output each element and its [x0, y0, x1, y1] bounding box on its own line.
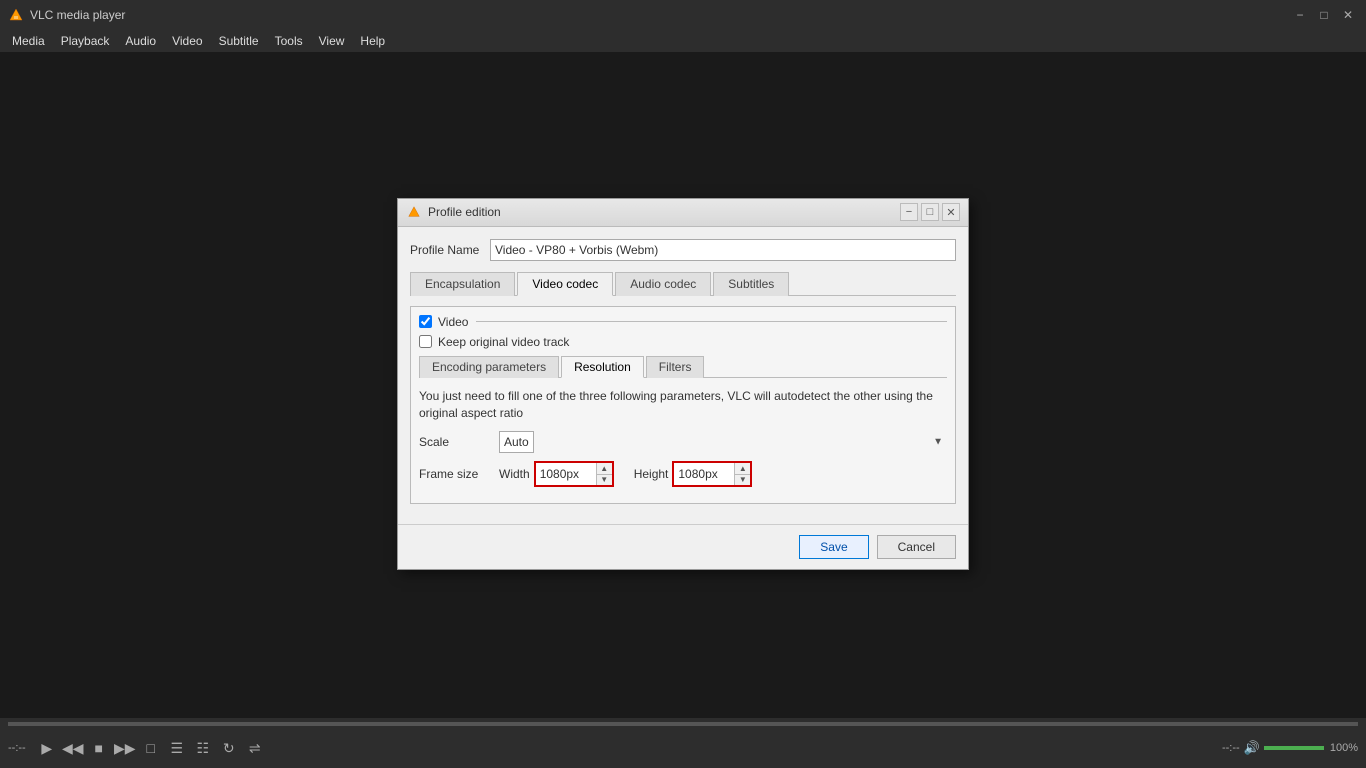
maximize-button[interactable]: □	[1314, 5, 1334, 25]
height-label: Height	[634, 467, 669, 481]
menu-view[interactable]: View	[311, 32, 353, 50]
vlc-icon	[8, 7, 24, 23]
height-input[interactable]	[674, 463, 734, 485]
tab-encapsulation[interactable]: Encapsulation	[410, 272, 515, 296]
scale-dropdown[interactable]: Auto 0.25 0.5 0.75 1.0 1.25 1.5 2.0	[499, 431, 534, 453]
menu-help[interactable]: Help	[352, 32, 393, 50]
height-input-wrapper: ▲ ▼	[672, 461, 752, 487]
width-label: Width	[499, 467, 530, 481]
video-content-area: You just need to fill one of the three f…	[419, 388, 947, 488]
dialog-titlebar: Profile edition − □ ✕	[398, 199, 968, 227]
video-divider	[476, 321, 947, 322]
keep-original-row: Keep original video track	[419, 335, 947, 349]
sub-tab-encoding[interactable]: Encoding parameters	[419, 356, 559, 378]
close-button[interactable]: ✕	[1338, 5, 1358, 25]
tab-bar: Encapsulation Video codec Audio codec Su…	[410, 271, 956, 296]
keep-original-checkbox[interactable]	[419, 335, 432, 348]
volume-percent: 100%	[1330, 742, 1358, 754]
menu-audio[interactable]: Audio	[117, 32, 164, 50]
height-spinner-up[interactable]: ▲	[735, 463, 750, 475]
width-spinner-down[interactable]: ▼	[597, 475, 612, 486]
volume-icon: 🔊	[1244, 740, 1260, 756]
cancel-button[interactable]: Cancel	[877, 535, 956, 559]
video-checkbox[interactable]	[419, 315, 432, 328]
width-spinner: ▲ ▼	[596, 463, 612, 485]
volume-area: 🔊 100%	[1244, 740, 1358, 756]
framesize-label: Frame size	[419, 467, 499, 481]
scale-label: Scale	[419, 435, 499, 449]
volume-bar[interactable]	[1264, 746, 1324, 750]
profile-name-input[interactable]	[490, 239, 956, 261]
bottom-bar: --:-- ▶ ◀◀ ■ ▶▶ □ ☰ ☷ ↻ ⇌ --:-- 🔊 100%	[0, 718, 1366, 768]
fullscreen-button[interactable]: □	[140, 737, 162, 759]
random-button[interactable]: ⇌	[244, 737, 266, 759]
tab-subtitles[interactable]: Subtitles	[713, 272, 789, 296]
height-group: Height ▲ ▼	[634, 461, 753, 487]
sub-tab-filters[interactable]: Filters	[646, 356, 705, 378]
video-checkbox-row: Video	[419, 315, 947, 329]
extended-button[interactable]: ☰	[166, 737, 188, 759]
dialog-minimize-button[interactable]: −	[900, 203, 918, 221]
dialog-title: Profile edition	[428, 205, 897, 219]
dialog-vlc-icon	[406, 204, 422, 220]
seek-bar[interactable]	[8, 722, 1358, 726]
play-button[interactable]: ▶	[36, 737, 58, 759]
dialog-maximize-button[interactable]: □	[921, 203, 939, 221]
menu-video[interactable]: Video	[164, 32, 210, 50]
menu-playback[interactable]: Playback	[53, 32, 118, 50]
width-group: Width ▲ ▼	[499, 461, 614, 487]
dialog-body: Profile Name Encapsulation Video codec A…	[398, 227, 968, 525]
width-input[interactable]	[536, 463, 596, 485]
save-button[interactable]: Save	[799, 535, 868, 559]
scale-dropdown-arrow: ▼	[933, 437, 943, 448]
minimize-button[interactable]: −	[1290, 5, 1310, 25]
width-spinner-up[interactable]: ▲	[597, 463, 612, 475]
profile-name-row: Profile Name	[410, 239, 956, 261]
info-text: You just need to fill one of the three f…	[419, 388, 947, 422]
scale-wrapper: Auto 0.25 0.5 0.75 1.0 1.25 1.5 2.0 ▼	[499, 431, 947, 453]
loop-button[interactable]: ↻	[218, 737, 240, 759]
menu-media[interactable]: Media	[4, 32, 53, 50]
dialog-footer: Save Cancel	[398, 524, 968, 569]
titlebar: VLC media player − □ ✕	[0, 0, 1366, 30]
profile-name-label: Profile Name	[410, 243, 490, 257]
framesize-row: Frame size Width ▲ ▼	[419, 461, 947, 487]
stop-button[interactable]: ■	[88, 737, 110, 759]
scale-row: Scale Auto 0.25 0.5 0.75 1.0 1.25 1.5 2.…	[419, 431, 947, 453]
menu-subtitle[interactable]: Subtitle	[211, 32, 267, 50]
app-title: VLC media player	[30, 8, 1286, 22]
video-checkbox-label[interactable]: Video	[438, 315, 468, 329]
prev-button[interactable]: ◀◀	[62, 737, 84, 759]
keep-original-label[interactable]: Keep original video track	[438, 335, 569, 349]
height-spinner: ▲ ▼	[734, 463, 750, 485]
playlist-button[interactable]: ☷	[192, 737, 214, 759]
menubar: Media Playback Audio Video Subtitle Tool…	[0, 30, 1366, 52]
width-input-wrapper: ▲ ▼	[534, 461, 614, 487]
sub-tab-resolution[interactable]: Resolution	[561, 356, 644, 378]
video-section: Video Keep original video track Encoding…	[410, 306, 956, 505]
height-spinner-down[interactable]: ▼	[735, 475, 750, 486]
sub-tab-bar: Encoding parameters Resolution Filters	[419, 355, 947, 378]
time-total: --:--	[1222, 742, 1240, 754]
time-elapsed: --:--	[8, 742, 26, 754]
profile-dialog: Profile edition − □ ✕ Profile Name Encap…	[397, 198, 969, 571]
next-button[interactable]: ▶▶	[114, 737, 136, 759]
dialog-close-button[interactable]: ✕	[942, 203, 960, 221]
tab-video-codec[interactable]: Video codec	[517, 272, 613, 296]
menu-tools[interactable]: Tools	[267, 32, 311, 50]
tab-audio-codec[interactable]: Audio codec	[615, 272, 711, 296]
